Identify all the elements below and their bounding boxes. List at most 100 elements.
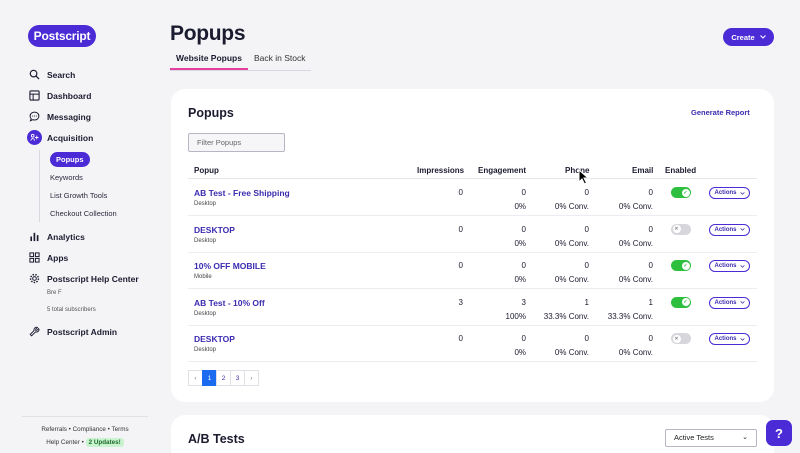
enabled-toggle[interactable]: ✕ <box>671 223 691 235</box>
nav-help-center[interactable]: Postscript Help Center <box>0 268 152 289</box>
email-conversion: 0% Conv. <box>618 275 653 284</box>
col-enabled: Enabled <box>665 166 697 175</box>
nav-dashboard-label: Dashboard <box>47 90 92 101</box>
popups-card: Popups Generate Report Filter Popups Pop… <box>171 89 774 402</box>
dashboard-icon <box>29 90 40 101</box>
actions-dropdown-button[interactable]: Actions <box>709 333 750 345</box>
generate-report-link[interactable]: Generate Report <box>691 108 750 117</box>
phone-conversion: 0% Conv. <box>554 238 589 248</box>
popups-card-title: Popups <box>188 106 234 120</box>
nav-apps-label: Apps <box>47 252 69 263</box>
table-row: AB Test - 10% Off Desktop 3 3 100% 1 33.3% Con… <box>188 290 757 326</box>
updates-badge[interactable]: 2 Updates! <box>85 438 124 447</box>
popup-device: Mobile <box>194 274 212 280</box>
actions-dropdown-button[interactable]: Actions <box>709 296 750 309</box>
nav-acquisition[interactable]: Acquisition <box>0 127 152 148</box>
popup-name-link[interactable]: DESKTOP <box>194 334 235 344</box>
popup-device: Desktop <box>194 237 217 244</box>
page-title: Popups <box>170 22 246 45</box>
nav-messaging-label: Messaging <box>47 111 91 122</box>
col-engagement: Engagement <box>478 166 527 175</box>
engagement-value: 0 <box>521 224 526 234</box>
chevron-down-icon <box>739 337 745 341</box>
page-3-button[interactable]: 3 <box>230 370 245 386</box>
nav-analytics[interactable]: Analytics <box>0 226 152 247</box>
subnav-checkout-collection[interactable]: Checkout Collection <box>47 204 152 222</box>
actions-dropdown-button[interactable]: Actions <box>709 223 750 236</box>
ab-tests-filter-select[interactable]: Active Tests ⌄ <box>665 429 757 447</box>
subnav-list-growth-tools[interactable]: List Growth Tools <box>47 186 152 204</box>
enabled-toggle[interactable]: ✓ <box>671 296 691 308</box>
impressions-value: 0 <box>458 261 463 270</box>
filter-popups-input[interactable]: Filter Popups <box>188 133 285 152</box>
help-center-link[interactable]: Help Center <box>46 439 80 446</box>
postscript-logo[interactable]: Postscript <box>28 25 96 47</box>
impressions-value: 3 <box>458 297 463 307</box>
popup-name-link[interactable]: DESKTOP <box>194 225 235 235</box>
engagement-value: 0 <box>521 334 526 343</box>
chevron-down-icon: ⌄ <box>742 434 748 441</box>
tab-back-in-stock[interactable]: Back in Stock <box>248 51 312 70</box>
search-icon <box>29 69 40 80</box>
separator: • <box>107 426 110 433</box>
email-conversion: 33.3% Conv. <box>607 311 653 321</box>
page-tabs: Website Popups Back in Stock <box>170 51 312 71</box>
enabled-toggle[interactable]: ✕ <box>671 333 691 344</box>
sidebar: Postscript Search Dashboard Messaging Ac… <box>0 0 152 453</box>
actions-dropdown-button[interactable]: Actions <box>709 260 750 272</box>
compliance-link[interactable]: Compliance <box>73 426 106 433</box>
engagement-value: 0 <box>521 188 526 197</box>
page-1-button[interactable]: 1 <box>202 370 217 386</box>
separator: • <box>68 426 71 433</box>
close-icon: ✕ <box>672 225 681 233</box>
referrals-link[interactable]: Referrals <box>41 426 67 433</box>
nav-help-center-label: Postscript Help Center <box>47 273 139 284</box>
prev-page-button[interactable]: ‹ <box>188 370 203 386</box>
subnav-keywords[interactable]: Keywords <box>47 168 152 186</box>
email-value: 1 <box>648 297 653 307</box>
table-row: DESKTOP Desktop 0 0 0% 0 0% Conv. 0 0% Conv. ✕ Act… <box>188 217 757 253</box>
popup-name-link[interactable]: 10% OFF MOBILE <box>194 261 266 271</box>
terms-link[interactable]: Terms <box>111 426 128 433</box>
nav-postscript-admin[interactable]: Postscript Admin <box>0 321 152 342</box>
phone-value: 0 <box>584 261 589 270</box>
chevron-down-icon <box>739 228 745 231</box>
email-conversion: 0% Conv. <box>618 238 653 248</box>
tab-website-popups[interactable]: Website Popups <box>170 51 248 70</box>
ab-tests-select-value: Active Tests <box>674 433 714 442</box>
next-page-button[interactable]: › <box>244 370 259 386</box>
pagination: ‹ 1 2 3 › <box>188 370 259 386</box>
nav-messaging[interactable]: Messaging <box>0 106 152 127</box>
email-conversion: 0% Conv. <box>618 348 653 357</box>
phone-value: 0 <box>584 188 589 197</box>
nav-apps[interactable]: Apps <box>0 247 152 268</box>
actions-label: Actions <box>714 190 737 196</box>
actions-label: Actions <box>714 299 737 306</box>
nav-dashboard[interactable]: Dashboard <box>0 85 152 106</box>
popup-device: Desktop <box>194 347 217 353</box>
subnav-popups[interactable]: Popups <box>47 150 152 168</box>
mouse-cursor-icon <box>578 169 589 185</box>
acquisition-icon <box>27 130 42 145</box>
nav-search-label: Search <box>47 69 76 80</box>
table-header: Popup Impressions Engagement Phone Email… <box>188 161 757 179</box>
check-icon: ✓ <box>681 188 690 197</box>
gear-icon <box>29 273 40 284</box>
phone-value: 1 <box>584 297 589 307</box>
popup-name-link[interactable]: AB Test - 10% Off <box>194 298 265 308</box>
nav-postscript-admin-label: Postscript Admin <box>47 326 118 337</box>
table-row: AB Test - Free Shipping Desktop 0 0 0% 0 0% Co… <box>188 180 757 216</box>
popup-name-link[interactable]: AB Test - Free Shipping <box>194 188 290 198</box>
sidebar-footer: Referrals • Compliance • Terms Help Cent… <box>22 416 148 449</box>
user-name: Bre F <box>47 290 62 296</box>
nav-search[interactable]: Search <box>0 64 152 85</box>
enabled-toggle[interactable]: ✓ <box>671 260 691 271</box>
enabled-toggle[interactable]: ✓ <box>671 187 691 198</box>
help-chat-button[interactable]: ? <box>766 420 792 446</box>
create-button[interactable]: Create <box>723 28 774 46</box>
actions-dropdown-button[interactable]: Actions <box>709 187 750 199</box>
apps-grid-icon <box>29 252 40 263</box>
table-row: 10% OFF MOBILE Mobile 0 0 0% 0 0% Conv. 0 0% Con… <box>188 253 757 289</box>
page-2-button[interactable]: 2 <box>216 370 231 386</box>
engagement-percent: 0% <box>514 238 526 248</box>
